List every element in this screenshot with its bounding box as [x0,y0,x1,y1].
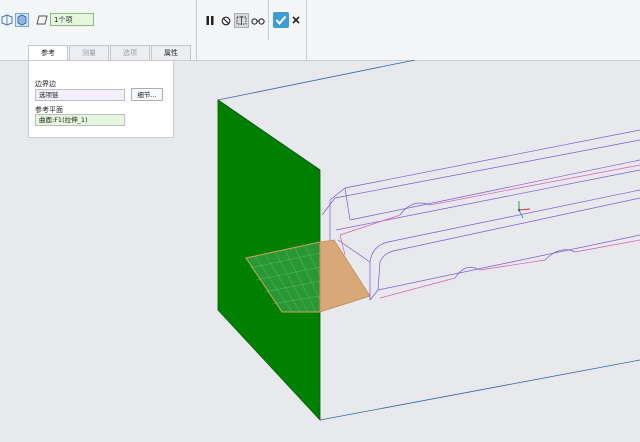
ribbon-toolbar: 1个项 参考 测量 选项 属性 [0,0,640,61]
pause-icon[interactable] [205,15,214,26]
boundary-edge-field[interactable]: 选项链 [35,89,125,101]
reference-plane-field[interactable]: 曲面:F1(拉伸_1) [35,114,125,126]
tab-references[interactable]: 参考 [28,45,68,60]
details-button[interactable]: 细节... [131,88,163,101]
confirm-icon[interactable] [273,12,289,28]
boundary-edge-label: 边界边 [35,80,56,88]
wireframe-body [321,129,640,301]
tab-options[interactable]: 选项 [110,45,150,60]
ribbon-divider [196,0,197,60]
selection-count-field[interactable]: 1个项 [50,13,94,26]
ribbon-divider [306,0,307,60]
preview-icon[interactable] [234,13,249,28]
solid-icon[interactable] [15,13,29,27]
tab-measure[interactable]: 测量 [69,45,109,60]
plane-icon [36,14,48,26]
surface-icon[interactable] [1,14,13,26]
panel-tabs: 参考 测量 选项 属性 [28,45,192,60]
ribbon-divider [268,0,269,40]
tab-properties[interactable]: 属性 [151,45,191,60]
coordinate-axes [518,201,531,219]
cancel-icon[interactable] [291,15,301,25]
stop-icon[interactable] [220,15,231,26]
references-panel: 边界边 选项链 细节... 参考平面 曲面:F1(拉伸_1) [28,60,174,138]
glasses-icon[interactable] [251,15,265,26]
